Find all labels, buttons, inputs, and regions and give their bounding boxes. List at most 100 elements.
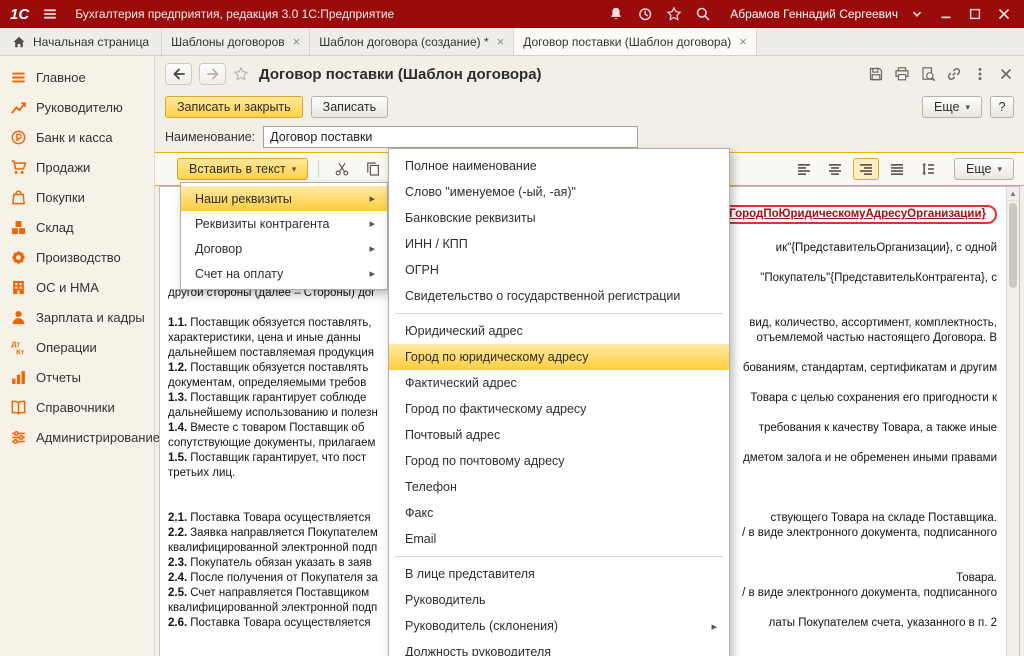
line-right-text: / в виде электронного документа, подписа… [742,586,997,601]
menu-item[interactable]: Наши реквизиты [181,186,387,211]
save-button[interactable]: Записать [311,96,388,118]
tab-close-icon[interactable] [497,35,505,48]
menu-item[interactable]: Счет на оплату [181,261,387,286]
menu-item[interactable]: Слово "именуемое (-ый, -ая)" [389,179,729,205]
tab[interactable]: Шаблоны договоров [162,28,310,55]
sidebar-item[interactable]: Покупки [0,182,154,212]
align-center-button[interactable] [822,158,848,180]
sidebar-item-label: Склад [36,220,74,235]
save-icon[interactable] [868,66,884,82]
sidebar-item[interactable]: Главное [0,62,154,92]
sidebar-item[interactable]: Отчеты [0,362,154,392]
maximize-button[interactable] [963,3,987,25]
menu-item[interactable]: ИНН / КПП [389,231,729,257]
page-header: Договор поставки (Шаблон договора) [155,56,1024,92]
menu-item[interactable]: Телефон [389,474,729,500]
sidebar-item[interactable]: ДтКт Операции [0,332,154,362]
sidebar-item[interactable]: Склад [0,212,154,242]
favorite-star-icon[interactable] [233,66,249,82]
sections-sidebar: Главное Руководителю Банк и касса Продаж… [0,56,155,656]
menu-item[interactable]: ОГРН [389,257,729,283]
tab-close-icon[interactable] [739,35,747,48]
tab-close-icon[interactable] [293,35,301,48]
menu-item[interactable]: Реквизиты контрагента [181,211,387,236]
menu-item[interactable]: Полное наименование [389,153,729,179]
sidebar-item[interactable]: Администрирование [0,422,154,452]
menu-item[interactable]: Город по юридическому адресу [389,344,729,370]
menu-item[interactable]: Должность руководителя [389,639,729,656]
main-menu-button[interactable] [38,3,62,25]
menu-item-label: ОГРН [405,263,439,277]
sidebar-item[interactable]: Справочники [0,392,154,422]
align-left-button[interactable] [791,158,817,180]
sidebar-item[interactable]: Продажи [0,152,154,182]
purchases-icon [10,189,27,206]
tab[interactable]: Шаблон договора (создание) * [310,28,514,55]
cut-button[interactable] [329,158,355,180]
toolbar-more-button[interactable]: Еще [954,158,1014,180]
history-button[interactable] [633,3,657,25]
menu-item-label: Фактический адрес [405,376,517,390]
menu-item[interactable]: Почтовый адрес [389,422,729,448]
menu-item[interactable]: В лице представителя [389,561,729,587]
close-page-icon[interactable] [998,66,1014,82]
menu-item[interactable]: Город по фактическому адресу [389,396,729,422]
clause-number: 2.5. [168,587,187,599]
menu-item[interactable]: Договор [181,236,387,261]
menu-item[interactable]: Руководитель [389,587,729,613]
menu-item[interactable]: Город по почтовому адресу [389,448,729,474]
sidebar-item[interactable]: ОС и НМА [0,272,154,302]
menu-item[interactable]: Юридический адрес [389,318,729,344]
line-right-text: "Покупатель"{ПредставительКонтрагента}, … [760,271,997,286]
clause-number: 2.6. [168,617,187,629]
insert-into-text-button[interactable]: Вставить в текст [177,158,308,180]
menu-item[interactable]: Банковские реквизиты [389,205,729,231]
menu-item[interactable]: Руководитель (склонения) [389,613,729,639]
align-justify-button[interactable] [884,158,910,180]
user-menu-button[interactable] [905,3,929,25]
line-right-text: / в виде электронного документа, подписа… [742,526,997,541]
home-tab[interactable]: Начальная страница [0,28,162,55]
line-left-text: характеристики, цена и иные данны [168,332,361,344]
link-icon[interactable] [946,66,962,82]
name-input[interactable] [263,126,638,148]
more-button[interactable]: Еще [922,96,982,118]
preview-icon[interactable] [920,66,936,82]
favorites-button[interactable] [662,3,686,25]
help-button[interactable]: ? [990,96,1014,118]
sidebar-item[interactable]: Производство [0,242,154,272]
clause-number: 2.4. [168,572,187,584]
current-user[interactable]: Абрамов Геннадий Сергеевич [730,7,898,21]
clause-number: 2.3. [168,557,187,569]
line-left-text: Вместе с товаром Поставщик об [190,422,364,434]
sidebar-item[interactable]: Банк и касса [0,122,154,152]
kebab-menu-icon[interactable] [972,66,988,82]
sidebar-item[interactable]: Зарплата и кадры [0,302,154,332]
forward-button[interactable] [199,63,226,85]
search-button[interactable] [691,3,715,25]
menu-item[interactable]: Факс [389,500,729,526]
vertical-scrollbar[interactable] [1006,187,1019,656]
minimize-button[interactable] [934,3,958,25]
copy-button[interactable] [360,158,386,180]
scroll-up-arrow-icon[interactable] [1007,187,1019,201]
sidebar-item[interactable]: Руководителю [0,92,154,122]
align-right-button[interactable] [853,158,879,180]
close-window-button[interactable] [992,3,1016,25]
tab[interactable]: Договор поставки (Шаблон договора) [514,28,757,55]
history-icon [637,6,653,22]
app-window: 1С Бухгалтерия предприятия, редакция 3.0… [0,0,1024,656]
scrollbar-thumb[interactable] [1009,203,1017,288]
menu-item[interactable]: Email [389,526,729,552]
notifications-button[interactable] [604,3,628,25]
clause-number: 2.2. [168,527,187,539]
menu-item-label: Реквизиты контрагента [195,217,330,231]
menu-item[interactable]: Свидетельство о государственной регистра… [389,283,729,309]
save-and-close-button[interactable]: Записать и закрыть [165,96,303,118]
line-spacing-button[interactable] [915,158,941,180]
menu-item[interactable]: Фактический адрес [389,370,729,396]
back-button[interactable] [165,63,192,85]
menu-item-label: Полное наименование [405,159,537,173]
toolbar-separator [318,160,319,178]
print-icon[interactable] [894,66,910,82]
